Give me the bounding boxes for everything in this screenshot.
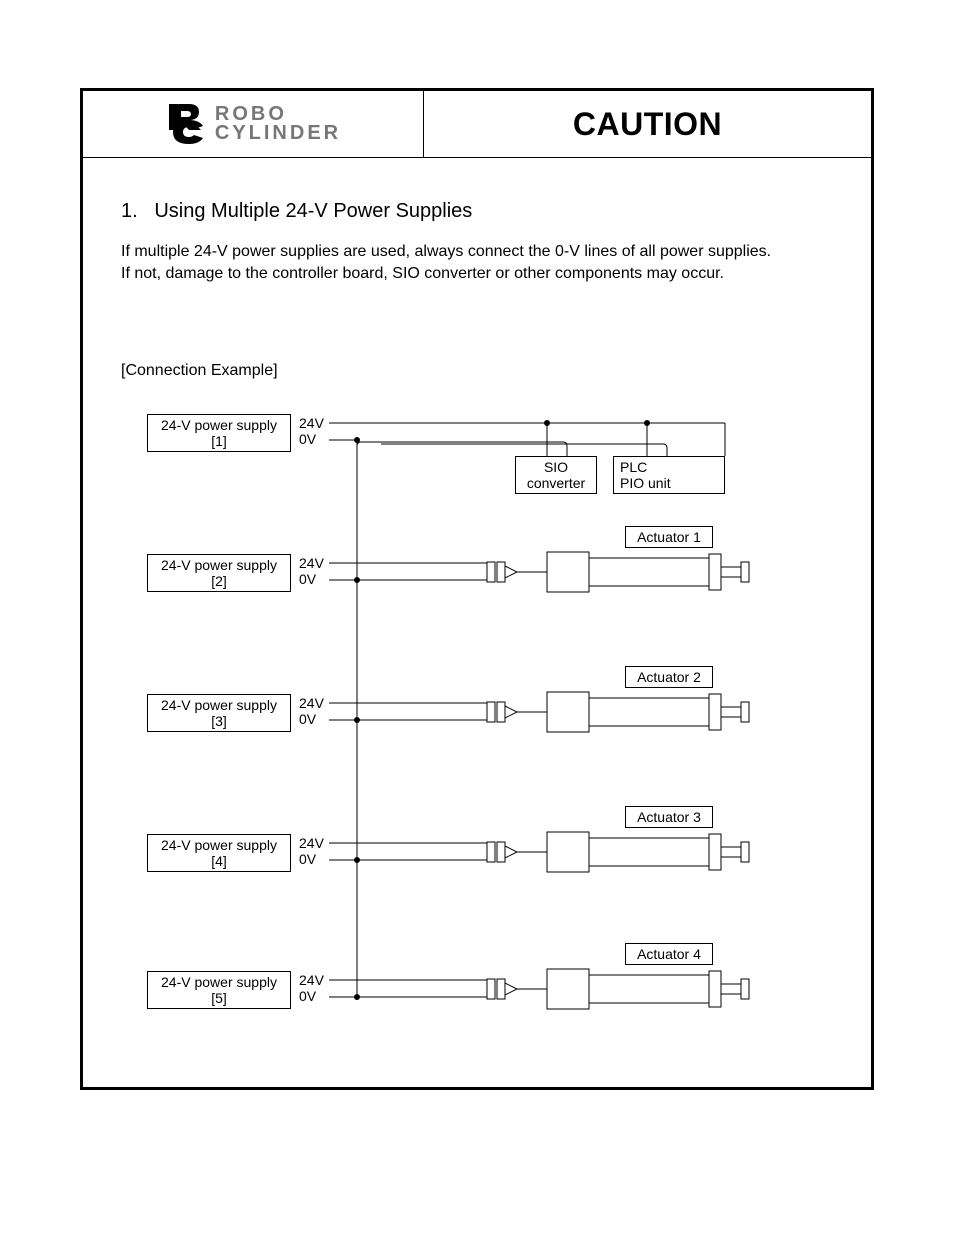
logo-line2: CYLINDER	[215, 124, 341, 143]
section-number: 1.	[121, 200, 138, 222]
section-title: Using Multiple 24-V Power Supplies	[154, 200, 472, 222]
body-line-1: If multiple 24-V power supplies are used…	[121, 241, 833, 263]
logo: ROBO CYLINDER	[165, 104, 341, 144]
document-frame: ROBO CYLINDER CAUTION 1. Using Multiple …	[80, 88, 874, 1090]
wiring-svg	[147, 398, 847, 1018]
header-row: ROBO CYLINDER CAUTION	[83, 91, 871, 158]
body-line-2: If not, damage to the controller board, …	[121, 263, 833, 285]
logo-cell: ROBO CYLINDER	[83, 91, 424, 157]
body-text: If multiple 24-V power supplies are used…	[121, 241, 833, 284]
caution-cell: CAUTION	[424, 91, 871, 157]
connection-example-label: [Connection Example]	[121, 362, 833, 380]
section-heading: 1. Using Multiple 24-V Power Supplies	[121, 200, 833, 223]
caution-heading: CAUTION	[573, 106, 722, 143]
rc-logo-icon	[165, 104, 211, 144]
content-area: 1. Using Multiple 24-V Power Supplies If…	[83, 158, 871, 1018]
connection-diagram: 24-V power supply [1] 24V 0V 24-V power …	[147, 398, 847, 1018]
page: ROBO CYLINDER CAUTION 1. Using Multiple …	[0, 0, 954, 1235]
